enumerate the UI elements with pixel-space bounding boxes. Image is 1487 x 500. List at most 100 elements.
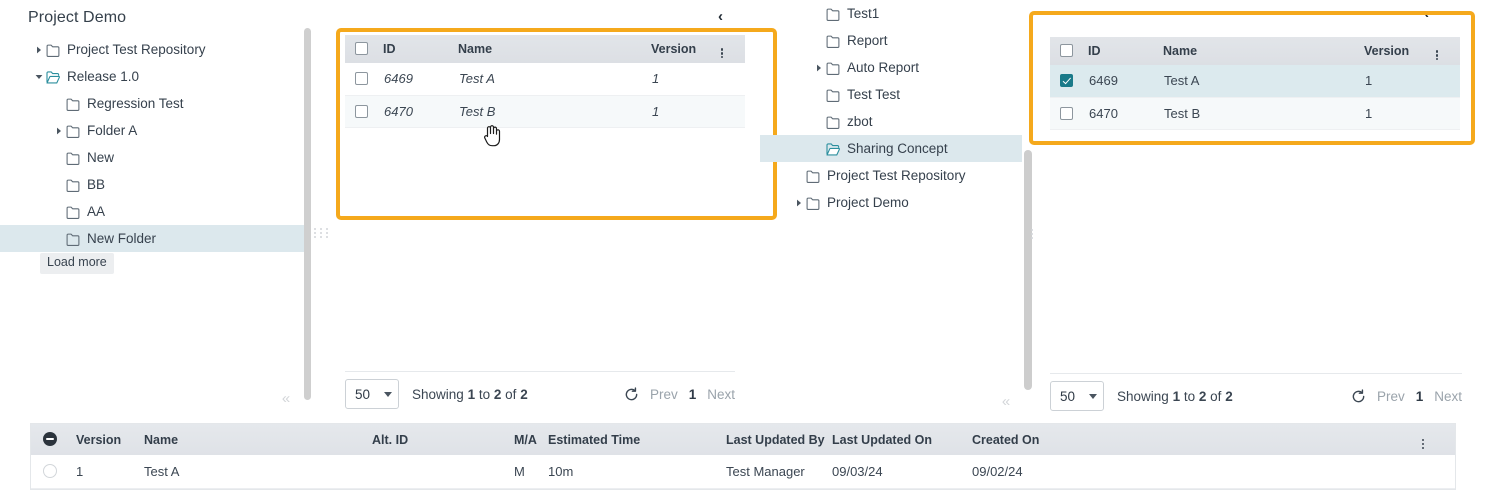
bottom-col-last-updated-on[interactable]: Last Updated On [831, 424, 971, 455]
left-tree-item[interactable]: New Folder [0, 225, 306, 252]
left-tree-item[interactable]: New [0, 144, 306, 171]
showing-suffix: of [1210, 388, 1222, 404]
left-col-name[interactable]: Name [458, 35, 651, 63]
left-tree-item[interactable]: BB [0, 171, 306, 198]
middle-tree-item[interactable]: Auto Report [760, 54, 1022, 81]
left-current-page[interactable]: 1 [689, 387, 697, 402]
left-tree-scrollbar[interactable] [304, 28, 311, 400]
left-splitter-handle[interactable] [314, 228, 328, 238]
chevron-right-icon[interactable] [52, 124, 66, 138]
folder-icon [826, 62, 841, 75]
right-col-name[interactable]: Name [1163, 37, 1364, 65]
left-tree-item[interactable]: Release 1.0 [0, 63, 306, 90]
right-select-all-cell[interactable] [1050, 37, 1088, 65]
left-tree-item[interactable]: Regression Test [0, 90, 306, 117]
middle-tree-item-label: Auto Report [847, 60, 920, 75]
right-pager: 50 Showing 1 to 2 of 2 Prev 1 Next [1050, 373, 1462, 418]
middle-tree-collapse-button[interactable]: « [996, 391, 1016, 411]
showing-to: 2 [1198, 388, 1207, 404]
row-checkbox[interactable] [355, 104, 368, 118]
bottom-col-name[interactable]: Name [143, 424, 371, 455]
select-all-checkbox[interactable] [1060, 44, 1073, 57]
left-prev-button[interactable]: Prev [650, 387, 678, 402]
left-tree-item[interactable]: Project Test Repository [0, 36, 306, 63]
right-showing-text: Showing 1 to 2 of 2 [1117, 389, 1233, 404]
left-table-row-select-cell[interactable] [345, 63, 383, 96]
left-tree-item[interactable]: Folder A [0, 117, 306, 144]
chevron-right-icon[interactable] [812, 61, 826, 75]
row-checkbox[interactable] [1060, 74, 1073, 88]
left-col-version[interactable]: Version [651, 35, 721, 63]
row-checkbox[interactable] [1060, 106, 1073, 120]
right-table-collapse-chevron[interactable]: ‹ [1424, 5, 1429, 22]
load-more-button[interactable]: Load more [40, 253, 114, 274]
middle-tree-item[interactable]: Test Test [760, 81, 1022, 108]
bottom-cell-last-updated-on: 09/03/24 [831, 455, 971, 489]
right-table-row[interactable]: 6469 Test A1 [1050, 65, 1460, 98]
bottom-table-row[interactable]: 1 Test A M 10m Test Manager 09/03/24 09/02/24 [31, 455, 1455, 489]
right-table-cell-version: 1 [1364, 97, 1436, 130]
left-table-row-select-cell[interactable] [345, 95, 383, 128]
right-col-version[interactable]: Version [1364, 37, 1436, 65]
bottom-row-expand-cell[interactable] [31, 455, 75, 489]
middle-tree-item[interactable]: Project Test Repository [760, 162, 1022, 189]
showing-from: 1 [1172, 388, 1181, 404]
right-table: ID Name Version 6469 Test A 1 6470 Test B1 [1050, 37, 1460, 130]
middle-tree-item[interactable]: Test1 [760, 0, 1022, 27]
middle-tree-item-label: zbot [847, 114, 873, 129]
right-splitter-handle[interactable] [1031, 229, 1033, 239]
left-next-button[interactable]: Next [707, 387, 735, 402]
right-next-button[interactable]: Next [1434, 389, 1462, 404]
left-tree-panel: Project Demo Project Test Repository Rele… [0, 0, 306, 418]
right-table-row-select-cell[interactable] [1050, 97, 1088, 130]
folder-icon [806, 170, 821, 183]
right-table-row-select-cell[interactable] [1050, 65, 1088, 98]
refresh-icon[interactable] [624, 386, 639, 402]
bottom-col-last-updated-by[interactable]: Last Updated By [725, 424, 831, 455]
right-current-page[interactable]: 1 [1416, 389, 1424, 404]
bottom-col-ma[interactable]: M/A [513, 424, 547, 455]
bottom-col-version[interactable]: Version [75, 424, 143, 455]
splitter-dot-col [326, 228, 328, 238]
left-tree-item-label: Regression Test [87, 96, 184, 111]
row-checkbox[interactable] [355, 72, 368, 86]
left-table-kebab-cell[interactable] [721, 35, 745, 63]
circle-minus-icon[interactable] [43, 432, 57, 446]
folder-icon [66, 179, 81, 192]
left-table-row[interactable]: 6469 Test A1 [345, 63, 745, 96]
left-page-size-select[interactable]: 50 [345, 379, 399, 409]
middle-tree-item[interactable]: Project Demo [760, 189, 1022, 216]
refresh-icon[interactable] [1351, 388, 1366, 404]
middle-tree-item[interactable]: Report [760, 27, 1022, 54]
left-table-cell-id: 6470 [383, 95, 458, 128]
bottom-col-alt-id[interactable]: Alt. ID [371, 424, 513, 455]
circle-empty-icon[interactable] [43, 464, 57, 478]
bottom-table-kebab-cell[interactable] [1421, 424, 1455, 455]
more-vertical-icon[interactable] [721, 48, 724, 59]
right-table-kebab-cell[interactable] [1436, 37, 1460, 65]
right-table-row[interactable]: 6470 Test B1 [1050, 97, 1460, 130]
left-tree-item[interactable]: AA [0, 198, 306, 225]
left-col-id[interactable]: ID [383, 35, 458, 63]
left-table-row[interactable]: 6470 Test B1 [345, 95, 745, 128]
chevron-right-icon[interactable] [32, 43, 46, 57]
left-select-all-cell[interactable] [345, 35, 383, 63]
bottom-col-created-on[interactable]: Created On [971, 424, 1421, 455]
left-page-size-value: 50 [355, 386, 371, 402]
more-vertical-icon[interactable] [1422, 438, 1425, 449]
select-all-checkbox[interactable] [355, 42, 368, 55]
chevron-right-icon[interactable] [792, 196, 806, 210]
bottom-collapse-all-cell[interactable] [31, 424, 75, 455]
right-page-size-select[interactable]: 50 [1050, 381, 1104, 411]
right-prev-button[interactable]: Prev [1377, 389, 1405, 404]
middle-tree-item[interactable]: zbot [760, 108, 1022, 135]
middle-tree-item[interactable]: Sharing Concept [760, 135, 1022, 162]
left-tree-collapse-button[interactable]: « [276, 388, 296, 408]
middle-tree-scrollbar[interactable] [1024, 150, 1032, 390]
bottom-table-header-row: Version Name Alt. ID M/A Estimated Time … [31, 424, 1455, 455]
bottom-col-estimated-time[interactable]: Estimated Time [547, 424, 725, 455]
more-vertical-icon[interactable] [1436, 50, 1439, 61]
left-table-collapse-chevron[interactable]: ‹ [718, 8, 723, 25]
chevron-down-icon[interactable] [32, 70, 46, 84]
right-col-id[interactable]: ID [1088, 37, 1163, 65]
